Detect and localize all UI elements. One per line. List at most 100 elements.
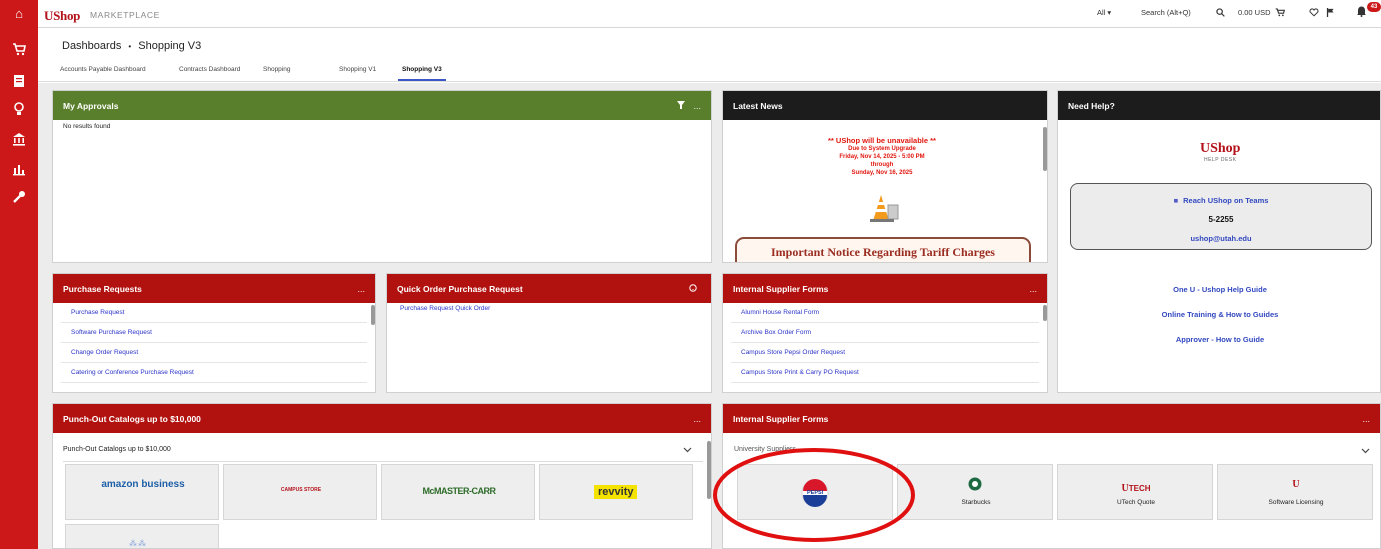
purchase-requests-scrollbar[interactable]: [371, 305, 375, 325]
teams-link-label: Reach UShop on Teams: [1183, 196, 1269, 205]
quick-order-title: Quick Order Purchase Request: [397, 284, 523, 294]
helpdesk-logo-sub: HELP DESK: [1203, 157, 1237, 163]
tab-shopping-v1[interactable]: Shopping V1: [339, 66, 376, 73]
need-help-title: Need Help?: [1068, 101, 1115, 111]
breadcrumb-root[interactable]: Dashboards: [62, 40, 121, 52]
catering-request-link[interactable]: Catering or Conference Purchase Request: [61, 363, 367, 383]
need-help-panel: Need Help? UShop HELP DESK ■ Reach UShop …: [1057, 90, 1381, 393]
catalog-section-label: Punch-Out Catalogs up to $10,000: [63, 446, 171, 453]
cart-total[interactable]: 0.00 USD: [1238, 8, 1271, 17]
internal-supplier-forms-title: Internal Supplier Forms: [733, 284, 829, 294]
flag-icon[interactable]: [1326, 8, 1335, 19]
change-order-request-link[interactable]: Change Order Request: [61, 343, 367, 363]
approver-guide-link[interactable]: Approver - How to Guide: [1058, 335, 1380, 344]
outage-headline: ** UShop will be unavailable **: [828, 136, 936, 145]
starbucks-label: Starbucks: [961, 499, 991, 506]
tab-accounts-payable[interactable]: Accounts Payable Dashboard: [60, 66, 146, 73]
app-root: ⌂ UShop MARKETPLACE All ▾ Search (Alt+Q)…: [0, 0, 1381, 549]
more-menu-button[interactable]: ...: [1029, 284, 1037, 294]
latest-news-header: Latest News: [723, 91, 1047, 120]
mcmaster-carr-tile[interactable]: McMASTER-CARR: [381, 464, 535, 520]
print-carry-request-link[interactable]: Campus Store Print & Carry PO Request: [731, 363, 1039, 383]
archive-box-form-link[interactable]: Archive Box Order Form: [731, 323, 1039, 343]
help-guide-link[interactable]: One U - Ushop Help Guide: [1058, 285, 1380, 294]
section-divider: [63, 461, 703, 462]
starbucks-logo-icon: [968, 477, 982, 493]
quick-order-link[interactable]: Purchase Request Quick Order: [387, 303, 711, 314]
tab-shopping[interactable]: Shopping: [263, 66, 290, 73]
alumni-house-form-link[interactable]: Alumni House Rental Form: [731, 303, 1039, 323]
utech-quote-tile[interactable]: UTECH UTech Quote: [1057, 464, 1213, 520]
search-icon[interactable]: [1216, 8, 1225, 19]
outage-end: Sunday, Nov 16, 2025: [851, 170, 913, 176]
lightbulb-icon[interactable]: [11, 102, 27, 118]
latest-news-title: Latest News: [733, 101, 783, 111]
punchout-catalogs-header: Punch-Out Catalogs up to $10,000 ...: [53, 404, 711, 433]
need-help-header: Need Help?: [1058, 91, 1380, 120]
help-circle-icon[interactable]: [689, 284, 697, 294]
software-licensing-tile[interactable]: U Software Licensing: [1217, 464, 1373, 520]
training-guides-link[interactable]: Online Training & How to Guides: [1058, 310, 1380, 319]
brand-logo[interactable]: UShop: [44, 8, 80, 24]
search-input[interactable]: Search (Alt+Q): [1141, 8, 1191, 17]
chevron-down-icon[interactable]: [1361, 447, 1370, 456]
mcmaster-carr-logo: McMASTER-CARR: [422, 486, 497, 496]
u-logo-icon: U: [1121, 483, 1129, 494]
more-menu-button[interactable]: ...: [1362, 414, 1370, 424]
page-title: Shopping V3: [138, 40, 202, 52]
annotation-circle: [713, 448, 915, 542]
revvity-tile[interactable]: revvity: [539, 464, 693, 520]
empty-state-text: No results found: [63, 123, 111, 130]
more-menu-button[interactable]: ...: [693, 101, 701, 111]
help-email-link[interactable]: ushop@utah.edu: [1071, 234, 1371, 243]
university-suppliers-header: Internal Supplier Forms ...: [723, 404, 1380, 433]
internal-forms-scrollbar[interactable]: [1043, 305, 1047, 321]
tools-icon[interactable]: [11, 190, 27, 206]
catalog-scrollbar[interactable]: [707, 441, 711, 499]
starbucks-tile[interactable]: Starbucks: [897, 464, 1053, 520]
pepsi-order-request-link[interactable]: Campus Store Pepsi Order Request: [731, 343, 1039, 363]
chevron-down-icon[interactable]: [683, 446, 692, 455]
teams-icon: ■: [1173, 196, 1179, 205]
news-scrollbar[interactable]: [1043, 127, 1047, 171]
punchout-catalogs-panel: Punch-Out Catalogs up to $10,000 ... Pun…: [52, 403, 712, 549]
orders-icon[interactable]: [11, 74, 27, 90]
bell-icon[interactable]: [1356, 5, 1367, 19]
dashboard-tabs: Accounts Payable Dashboard Contracts Das…: [38, 62, 1381, 82]
help-links: One U - Ushop Help Guide Online Training…: [1058, 285, 1380, 344]
tab-shopping-v3[interactable]: Shopping V3: [398, 66, 446, 81]
search-scope-select[interactable]: All ▾: [1097, 8, 1111, 17]
catalog-tile-partial[interactable]: ⁂⁂: [65, 524, 219, 548]
my-approvals-header: My Approvals ...: [53, 91, 711, 120]
brand-subtitle: MARKETPLACE: [90, 10, 160, 20]
filter-icon[interactable]: [677, 101, 685, 111]
utech-logo: UTECH: [1058, 483, 1214, 494]
heart-icon[interactable]: [1309, 8, 1319, 19]
home-icon[interactable]: ⌂: [11, 6, 27, 22]
software-purchase-request-link[interactable]: Software Purchase Request: [61, 323, 367, 343]
more-menu-button[interactable]: ...: [357, 284, 365, 294]
software-licensing-label: Software Licensing: [1268, 499, 1324, 506]
outage-reason: Due to System Upgrade: [848, 146, 916, 152]
cart-icon[interactable]: [11, 42, 27, 58]
purchase-requests-header: Purchase Requests ...: [53, 274, 375, 303]
bank-icon[interactable]: [11, 132, 27, 148]
construction-icon: [864, 191, 900, 225]
outage-start: Friday, Nov 14, 2025 - 5:00 PM: [839, 154, 925, 160]
purchase-request-link[interactable]: Purchase Request: [61, 303, 367, 323]
help-phone: 5-2255: [1208, 215, 1234, 224]
quick-order-panel: Quick Order Purchase Request Purchase Re…: [386, 273, 712, 393]
cart-icon[interactable]: [1275, 8, 1286, 19]
partial-logo-icon: ⁂⁂: [129, 539, 147, 548]
tariff-notice-card[interactable]: Important Notice Regarding Tariff Charge…: [735, 237, 1031, 262]
tab-contracts[interactable]: Contracts Dashboard: [179, 66, 240, 73]
teams-link[interactable]: ■ Reach UShop on Teams: [1071, 196, 1371, 205]
punchout-catalogs-title: Punch-Out Catalogs up to $10,000: [63, 414, 201, 424]
notification-badge: 43: [1367, 2, 1381, 12]
helpdesk-logo: UShop HELP DESK: [1200, 141, 1240, 163]
tariff-notice-title: Important Notice Regarding Tariff Charge…: [771, 245, 995, 259]
more-menu-button[interactable]: ...: [693, 414, 701, 424]
amazon-business-tile[interactable]: amazon business: [65, 464, 219, 520]
campus-store-tile[interactable]: CAMPUS STORE: [223, 464, 377, 520]
chart-icon[interactable]: [11, 162, 27, 178]
